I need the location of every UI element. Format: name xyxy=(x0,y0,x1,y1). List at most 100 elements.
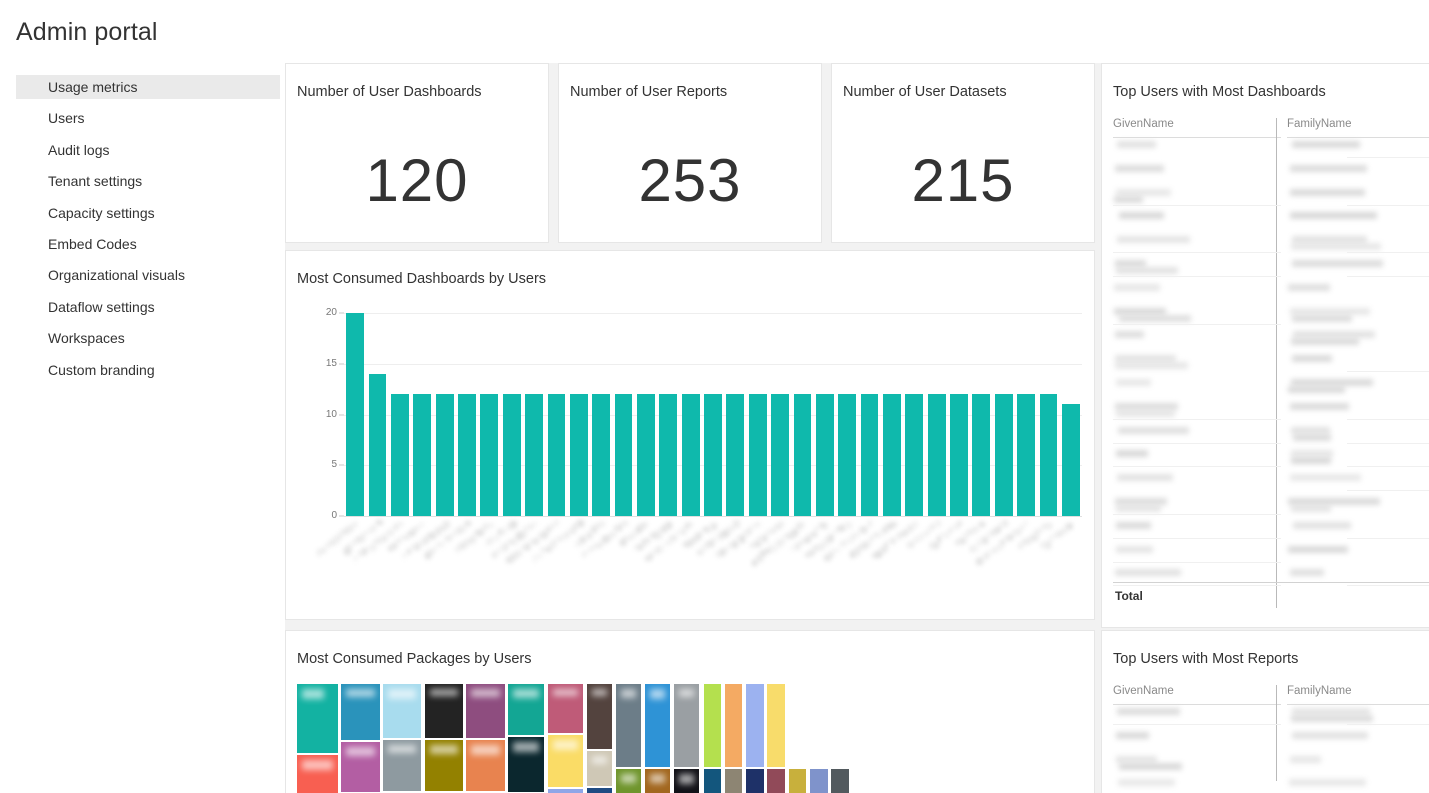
bar[interactable] xyxy=(659,394,677,516)
bar[interactable] xyxy=(548,394,566,516)
bar[interactable] xyxy=(726,394,744,516)
kpi-card[interactable]: Number of User Reports253 xyxy=(558,63,822,243)
sidebar-item-audit-logs[interactable]: Audit logs xyxy=(16,138,280,162)
treemap-tile[interactable] xyxy=(789,769,807,793)
bar[interactable] xyxy=(749,394,767,516)
kpi-card[interactable]: Number of User Datasets215 xyxy=(831,63,1095,243)
treemap-tile[interactable] xyxy=(466,740,504,792)
bar[interactable] xyxy=(838,394,856,516)
treemap-tile[interactable] xyxy=(297,755,338,793)
bar[interactable] xyxy=(637,394,655,516)
treemap-tile[interactable] xyxy=(383,684,421,738)
kpi-card[interactable]: Number of User Dashboards120 xyxy=(285,63,549,243)
treemap-tile[interactable] xyxy=(548,735,583,787)
table-column-header[interactable]: FamilyName xyxy=(1287,118,1352,131)
most-consumed-packages-tile[interactable]: Most Consumed Packages by Users xyxy=(285,630,1095,793)
top-users-most-dashboards-tile[interactable]: Top Users with Most Dashboards GivenName… xyxy=(1101,63,1429,628)
bar[interactable] xyxy=(615,394,633,516)
top-users-reports-table[interactable]: GivenName FamilyName xyxy=(1102,685,1429,793)
treemap-plot[interactable] xyxy=(297,684,1085,793)
bar[interactable] xyxy=(682,394,700,516)
treemap-tile[interactable] xyxy=(704,684,722,767)
bar[interactable] xyxy=(1062,404,1080,516)
treemap-tile[interactable] xyxy=(767,684,785,767)
redacted-cell-value xyxy=(1114,308,1166,315)
sidebar-item-workspaces[interactable]: Workspaces xyxy=(16,326,280,350)
bar[interactable] xyxy=(905,394,923,516)
sidebar-item-organizational-visuals[interactable]: Organizational visuals xyxy=(16,263,280,287)
treemap-tile[interactable] xyxy=(341,742,379,792)
bar[interactable] xyxy=(950,394,968,516)
table-column-header[interactable]: GivenName xyxy=(1113,118,1174,131)
top-users-dashboards-table[interactable]: GivenNameFamilyNameTotal xyxy=(1102,118,1429,618)
bar[interactable] xyxy=(816,394,834,516)
bar[interactable] xyxy=(1040,394,1058,516)
table-column-header[interactable]: GivenName xyxy=(1113,685,1174,698)
treemap-tile[interactable] xyxy=(341,684,379,740)
treemap-tile[interactable] xyxy=(587,751,612,786)
treemap-tile[interactable] xyxy=(587,788,612,793)
bar[interactable] xyxy=(995,394,1013,516)
bar[interactable] xyxy=(1017,394,1035,516)
top-users-most-reports-tile[interactable]: Top Users with Most Reports GivenNameFam… xyxy=(1101,630,1429,793)
sidebar-item-custom-branding[interactable]: Custom branding xyxy=(16,358,280,382)
treemap-tile[interactable] xyxy=(587,684,612,749)
sidebar-item-tenant-settings[interactable]: Tenant settings xyxy=(16,169,280,193)
treemap-tile[interactable] xyxy=(831,769,849,793)
treemap-tile[interactable] xyxy=(548,789,583,793)
sidebar-item-embed-codes[interactable]: Embed Codes xyxy=(16,232,280,256)
table-column-header[interactable]: FamilyName xyxy=(1287,685,1352,698)
redacted-axis-label-block xyxy=(550,524,554,528)
treemap-tile[interactable] xyxy=(297,684,338,753)
treemap-tile[interactable] xyxy=(645,684,670,767)
treemap-tile[interactable] xyxy=(704,769,722,793)
kpi-title: Number of User Dashboards xyxy=(297,84,482,100)
sidebar-item-users[interactable]: Users xyxy=(16,106,280,130)
redacted-axis-label-block xyxy=(528,525,533,529)
redacted-cell-value xyxy=(1291,450,1333,457)
most-consumed-dashboards-tile[interactable]: Most Consumed Dashboards by Users 051015… xyxy=(285,250,1095,620)
redacted-axis-label-block xyxy=(772,545,776,552)
bar[interactable] xyxy=(369,374,387,516)
bar[interactable] xyxy=(771,394,789,516)
bar[interactable] xyxy=(480,394,498,516)
bar[interactable] xyxy=(391,394,409,516)
treemap-tile[interactable] xyxy=(425,740,463,792)
treemap-tile[interactable] xyxy=(616,684,641,767)
sidebar-item-dataflow-settings[interactable]: Dataflow settings xyxy=(16,295,280,319)
bar[interactable] xyxy=(861,394,879,516)
sidebar-item-usage-metrics[interactable]: Usage metrics xyxy=(16,75,280,99)
treemap-tile[interactable] xyxy=(466,684,504,738)
treemap-tile[interactable] xyxy=(383,740,421,790)
treemap-tile[interactable] xyxy=(674,769,699,793)
treemap-tile[interactable] xyxy=(548,684,583,733)
treemap-tile[interactable] xyxy=(674,684,699,767)
bar[interactable] xyxy=(346,313,364,516)
treemap-tile[interactable] xyxy=(810,769,828,793)
treemap-tile[interactable] xyxy=(746,684,764,767)
bar[interactable] xyxy=(972,394,990,516)
bar[interactable] xyxy=(525,394,543,516)
bar[interactable] xyxy=(592,394,610,516)
sidebar-item-capacity-settings[interactable]: Capacity settings xyxy=(16,201,280,225)
bar[interactable] xyxy=(794,394,812,516)
treemap-tile[interactable] xyxy=(767,769,785,793)
treemap-tile[interactable] xyxy=(645,769,670,793)
treemap-tile[interactable] xyxy=(508,737,543,792)
bar[interactable] xyxy=(436,394,454,516)
treemap-tile[interactable] xyxy=(508,684,543,735)
treemap-tile[interactable] xyxy=(725,684,743,767)
bar[interactable] xyxy=(503,394,521,516)
bar-chart-plot[interactable]: 05101520 xyxy=(344,313,1082,516)
bar[interactable] xyxy=(704,394,722,516)
treemap-tile[interactable] xyxy=(725,769,743,793)
bar[interactable] xyxy=(570,394,588,516)
treemap-tile[interactable] xyxy=(746,769,764,793)
treemap-tile[interactable] xyxy=(425,684,463,738)
treemap-tile[interactable] xyxy=(616,769,641,793)
bar[interactable] xyxy=(883,394,901,516)
bar[interactable] xyxy=(928,394,946,516)
bar[interactable] xyxy=(413,394,431,516)
bar[interactable] xyxy=(458,394,476,516)
redacted-cell-value xyxy=(1117,236,1190,243)
